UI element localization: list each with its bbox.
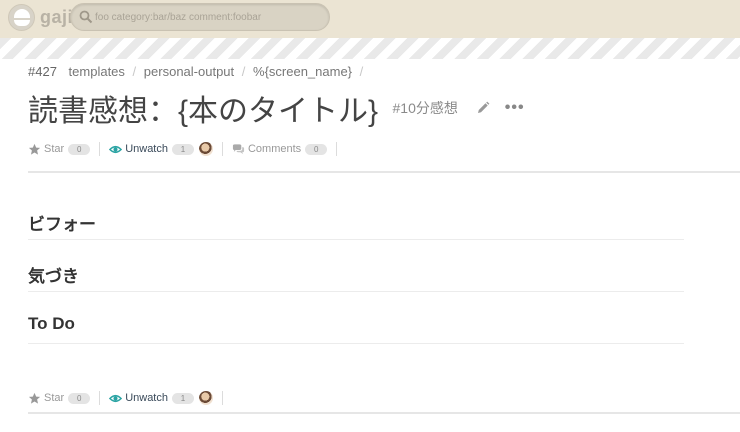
search-icon <box>79 10 93 24</box>
search-box[interactable] <box>70 3 330 31</box>
star-label: Star <box>44 392 65 404</box>
section-todo: To Do <box>28 314 684 344</box>
brand-name[interactable]: gaji <box>40 7 73 28</box>
comments-label: Comments <box>247 143 302 155</box>
post-tag[interactable]: #10分感想 <box>393 98 458 118</box>
divider-line <box>28 412 740 414</box>
title-row: 読書感想：{本のタイトル} #10分感想 ••• <box>28 86 525 128</box>
breadcrumb-item-screen-name[interactable]: %{screen_name} <box>253 64 352 79</box>
pencil-icon[interactable] <box>476 101 490 115</box>
star-label: Star <box>44 143 65 155</box>
divider-line <box>28 171 740 173</box>
breadcrumb-item-personal-output[interactable]: personal-output <box>144 64 234 79</box>
breadcrumb-separator: / <box>359 64 364 79</box>
star-icon <box>28 143 41 155</box>
avatar[interactable] <box>198 142 213 156</box>
star-count: 0 <box>68 392 91 404</box>
comments-icon <box>232 143 245 154</box>
unwatch-button[interactable]: Unwatch 1 <box>109 142 213 156</box>
decorative-stripe <box>0 38 740 59</box>
section-heading: 気づき <box>28 267 79 286</box>
post-actions-bottom: Star 0 Unwatch 1 <box>28 388 232 408</box>
star-button[interactable]: Star 0 <box>28 392 91 405</box>
divider <box>336 142 338 156</box>
star-count: 0 <box>68 143 91 155</box>
divider <box>99 391 101 405</box>
post-number: #427 <box>28 64 57 79</box>
unwatch-button[interactable]: Unwatch 1 <box>109 391 213 405</box>
watch-count: 1 <box>171 143 194 155</box>
page-title: 読書感想：{本のタイトル} <box>28 95 379 128</box>
watch-count: 1 <box>171 392 194 404</box>
star-button[interactable]: Star 0 <box>28 143 91 156</box>
divider <box>221 142 223 156</box>
top-bar: gaji <box>0 0 740 38</box>
comments-count: 0 <box>305 143 328 155</box>
section-heading: To Do <box>28 314 75 333</box>
breadcrumb-item-templates[interactable]: templates <box>69 64 125 79</box>
post-actions-top: Star 0 Unwatch 1 Comments 0 <box>28 139 346 159</box>
star-icon <box>28 392 41 404</box>
divider <box>99 142 101 156</box>
unwatch-label: Unwatch <box>125 392 168 404</box>
comments-button[interactable]: Comments 0 <box>232 143 328 156</box>
avatar[interactable] <box>198 391 213 405</box>
section-heading: ビフォー <box>28 215 96 234</box>
unwatch-label: Unwatch <box>125 143 168 155</box>
section-insights: 気づき <box>28 262 684 292</box>
eye-icon <box>109 394 123 402</box>
more-options-icon[interactable]: ••• <box>505 99 525 117</box>
breadcrumb-separator: / <box>241 64 246 79</box>
breadcrumb: #427 templates / personal-output / %{scr… <box>28 64 367 79</box>
breadcrumb-separator: / <box>132 64 137 79</box>
section-before: ビフォー <box>28 210 684 240</box>
search-input[interactable] <box>95 8 323 26</box>
logo-icon[interactable] <box>8 4 35 31</box>
eye-icon <box>109 145 123 153</box>
divider <box>221 391 223 405</box>
